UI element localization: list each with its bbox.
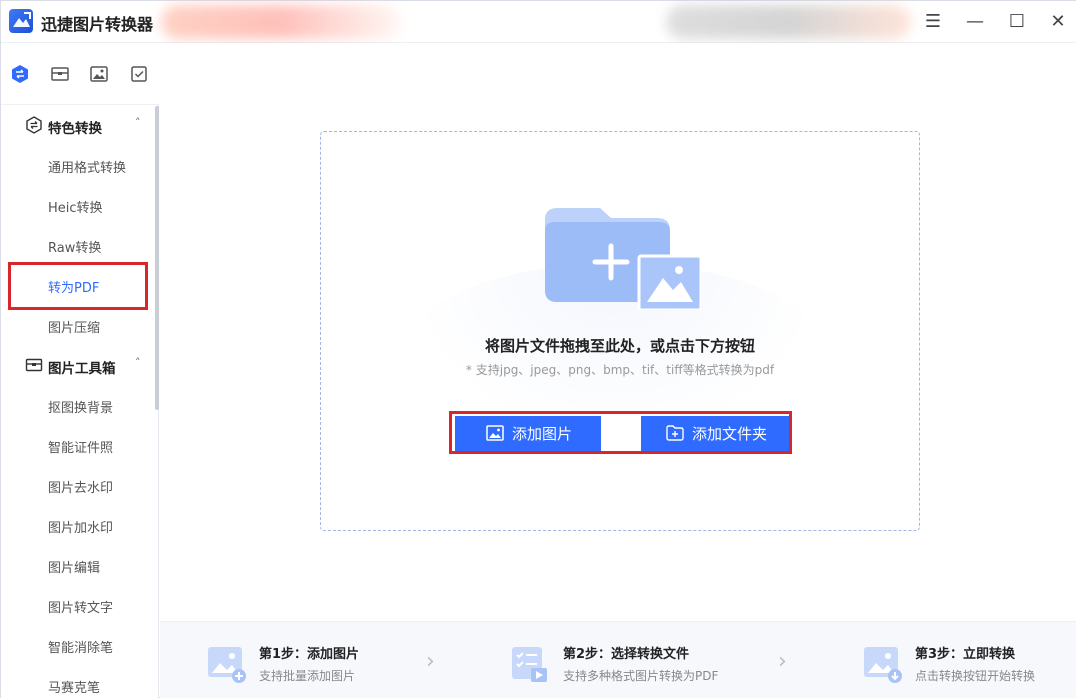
convert-step-icon bbox=[863, 644, 903, 684]
add-image-step-icon bbox=[207, 644, 247, 684]
sidebar-item-id-photo[interactable]: 智能证件照 bbox=[1, 425, 155, 465]
group-label: 特色转换 bbox=[48, 121, 102, 137]
sidebar-item-remove-watermark[interactable]: 图片去水印 bbox=[1, 465, 155, 505]
sidebar-item-label: 抠图换背景 bbox=[48, 401, 114, 416]
title-bar: 迅捷图片转换器 ☰ — ☐ ✕ bbox=[1, 1, 1076, 43]
chevron-up-icon: ˄ bbox=[135, 356, 141, 369]
add-folder-label: 添加文件夹 bbox=[692, 425, 768, 443]
step-title: 第1步：添加图片 bbox=[259, 647, 360, 662]
sidebar-item-raw[interactable]: Raw转换 bbox=[1, 225, 155, 265]
app-window: 迅捷图片转换器 ☰ — ☐ ✕ 特色转换 ˄ 通用格式转换 Heic转换 Raw… bbox=[0, 0, 1076, 698]
sidebar-item-general-format[interactable]: 通用格式转换 bbox=[1, 145, 155, 185]
step-desc: 支持多种格式图片转换为PDF bbox=[563, 669, 719, 683]
sidebar-item-compress[interactable]: 图片压缩 bbox=[1, 305, 155, 345]
toolbox-icon bbox=[25, 356, 43, 374]
app-title: 迅捷图片转换器 bbox=[41, 15, 154, 34]
folder-image-icon bbox=[545, 208, 703, 312]
sidebar-item-label: 图片压缩 bbox=[48, 321, 101, 336]
sidebar-item-image-to-text[interactable]: 图片转文字 bbox=[1, 585, 155, 625]
toolbox-icon[interactable] bbox=[50, 64, 70, 84]
step-desc: 支持批量添加图片 bbox=[259, 669, 356, 683]
sidebar-item-heic[interactable]: Heic转换 bbox=[1, 185, 155, 225]
step-1: 第1步：添加图片 支持批量添加图片 bbox=[207, 622, 427, 698]
steps-bar: 第1步：添加图片 支持批量添加图片 › 第2步：选择转换文件 支持多种格式图片转… bbox=[160, 621, 1076, 698]
close-button[interactable]: ✕ bbox=[1045, 9, 1071, 35]
folder-plus-icon bbox=[666, 425, 684, 441]
main-panel: 将图片文件拖拽至此处，或点击下方按钮 * 支持jpg、jpeg、png、bmp、… bbox=[160, 43, 1076, 698]
step-title: 第3步：立即转换 bbox=[915, 647, 1016, 662]
add-folder-button[interactable]: 添加文件夹 bbox=[641, 416, 789, 451]
blurred-banner-left bbox=[161, 5, 401, 39]
sidebar-item-label: Raw转换 bbox=[48, 241, 102, 256]
highlight-box-buttons: 添加图片 添加文件夹 bbox=[449, 411, 792, 454]
sidebar-item-label: 图片加水印 bbox=[48, 521, 114, 536]
app-logo-icon bbox=[9, 9, 33, 33]
group-label: 图片工具箱 bbox=[48, 361, 116, 377]
group-featured-convert[interactable]: 特色转换 ˄ bbox=[1, 107, 155, 145]
step-2: 第2步：选择转换文件 支持多种格式图片转换为PDF bbox=[511, 622, 751, 698]
step-title: 第2步：选择转换文件 bbox=[563, 647, 690, 662]
sidebar-item-label: 图片去水印 bbox=[48, 481, 114, 496]
sidebar-item-label: 智能消除笔 bbox=[48, 641, 114, 656]
sidebar-item-add-watermark[interactable]: 图片加水印 bbox=[1, 505, 155, 545]
chevron-up-icon: ˄ bbox=[135, 116, 141, 129]
sidebar-item-image-edit[interactable]: 图片编辑 bbox=[1, 545, 155, 585]
chevron-right-icon: › bbox=[778, 649, 787, 674]
chevron-right-icon: › bbox=[426, 649, 435, 674]
sidebar-item-cutout[interactable]: 抠图换背景 bbox=[1, 385, 155, 425]
sidebar: 特色转换 ˄ 通用格式转换 Heic转换 Raw转换 转为PDF 图片压缩 图片… bbox=[1, 43, 159, 698]
blurred-banner-right bbox=[666, 5, 911, 39]
sidebar-item-label: 图片转文字 bbox=[48, 601, 114, 616]
drop-zone-subtitle: * 支持jpg、jpeg、png、bmp、tif、tiff等格式转换为pdf bbox=[465, 363, 775, 377]
minimize-button[interactable]: — bbox=[962, 9, 988, 35]
sidebar-item-label: 智能证件照 bbox=[48, 441, 114, 456]
sidebar-tabs bbox=[1, 43, 159, 105]
step-desc: 点击转换按钮开始转换 bbox=[915, 669, 1036, 683]
sidebar-item-label: 图片编辑 bbox=[48, 561, 101, 576]
highlight-box-to-pdf bbox=[8, 262, 148, 310]
sidebar-scrollbar[interactable] bbox=[155, 106, 159, 410]
drop-zone-title: 将图片文件拖拽至此处，或点击下方按钮 bbox=[484, 337, 755, 355]
select-files-step-icon bbox=[511, 644, 551, 684]
image-icon bbox=[486, 425, 504, 441]
check-icon[interactable] bbox=[129, 64, 149, 84]
step-3: 第3步：立即转换 点击转换按钮开始转换 bbox=[863, 622, 1063, 698]
convert-icon[interactable] bbox=[10, 64, 30, 84]
sidebar-item-label: 马赛克笔 bbox=[48, 681, 101, 696]
sidebar-item-label: 通用格式转换 bbox=[48, 161, 127, 176]
sidebar-item-mosaic[interactable]: 马赛克笔 bbox=[1, 665, 155, 698]
sidebar-item-label: Heic转换 bbox=[48, 201, 103, 216]
group-image-toolbox[interactable]: 图片工具箱 ˄ bbox=[1, 347, 155, 385]
add-image-button[interactable]: 添加图片 bbox=[455, 416, 601, 451]
menu-icon[interactable]: ☰ bbox=[920, 9, 946, 35]
add-image-label: 添加图片 bbox=[512, 425, 573, 443]
sidebar-item-eraser[interactable]: 智能消除笔 bbox=[1, 625, 155, 665]
image-edit-icon[interactable] bbox=[89, 64, 109, 84]
featured-convert-icon bbox=[25, 116, 43, 134]
maximize-button[interactable]: ☐ bbox=[1004, 9, 1030, 35]
